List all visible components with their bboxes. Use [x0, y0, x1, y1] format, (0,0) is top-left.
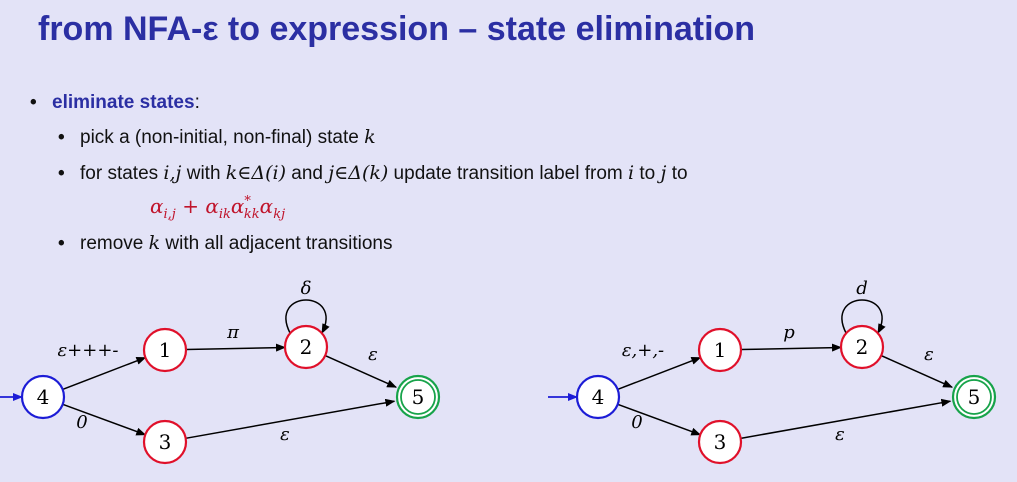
- label-e25: ε: [368, 344, 378, 365]
- edge-1-2: [185, 343, 287, 352]
- label-e12: p: [783, 322, 795, 343]
- state-4-label: 4: [37, 385, 50, 409]
- label-e41: ε+++-: [58, 340, 119, 361]
- edge-4-3: [62, 403, 147, 436]
- label-e35: ε: [280, 424, 290, 445]
- label-e41: ε,+,-: [622, 340, 664, 361]
- state-2-label: 2: [300, 335, 313, 359]
- edge-2-5: [324, 354, 397, 388]
- label-e25: ε: [924, 344, 934, 365]
- edge-2-5: [880, 354, 953, 388]
- label-e12: π: [226, 322, 240, 343]
- state-3-label: 3: [714, 430, 727, 454]
- label-loop2: δ: [301, 278, 312, 299]
- state-5-label: 5: [412, 385, 425, 409]
- edge-3-5: [185, 398, 396, 440]
- automaton-left: 4 1 3 2 5 ε+++- 0 π δ ε ε: [0, 278, 441, 465]
- label-e43: 0: [631, 412, 642, 433]
- edge-1-2: [740, 343, 843, 352]
- edge-3-5: [740, 398, 952, 440]
- state-4-label: 4: [592, 385, 605, 409]
- label-e43: 0: [76, 412, 87, 433]
- automaton-right: 4 1 3 2 5 ε,+,- 0 p d ε ε: [548, 278, 997, 465]
- state-1-label: 1: [159, 338, 172, 362]
- state-5-label: 5: [968, 385, 981, 409]
- edge-4-3: [617, 403, 702, 436]
- label-loop2: d: [856, 278, 868, 299]
- state-3-label: 3: [159, 430, 172, 454]
- edge-4-1: [617, 356, 702, 391]
- label-e35: ε: [835, 424, 845, 445]
- state-1-label: 1: [714, 338, 727, 362]
- automata-diagrams: 4 1 3 2 5 ε+++- 0 π δ ε ε 4 1 3 2 5 ε,+,- 0 p d ε ε: [0, 278, 997, 465]
- edge-4-1: [62, 356, 147, 391]
- state-2-label: 2: [856, 335, 869, 359]
